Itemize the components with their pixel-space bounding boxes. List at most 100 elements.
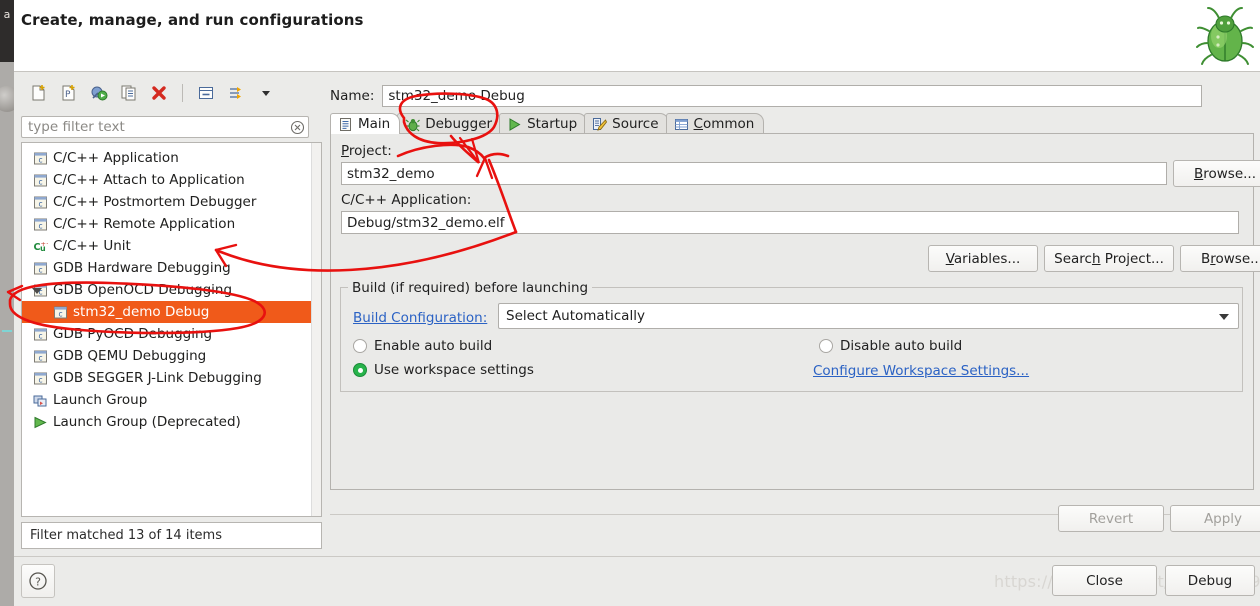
launch-group-deprecated-icon <box>32 414 48 430</box>
clear-circle-icon[interactable] <box>286 116 308 138</box>
tab-label: Debugger <box>425 116 493 132</box>
project-browse-button[interactable]: Browse... <box>1173 160 1260 187</box>
c-config-icon: c <box>32 150 48 166</box>
c-config-icon: c <box>32 260 48 276</box>
filter-status: Filter matched 13 of 14 items <box>21 522 322 549</box>
build-group-title: Build (if required) before launching <box>348 280 593 296</box>
chevron-down-icon[interactable] <box>32 288 42 298</box>
tree-item-gdb-qemu-debugging[interactable]: c GDB QEMU Debugging <box>22 345 321 367</box>
svg-text:c: c <box>38 265 42 274</box>
new-prototype-icon[interactable]: P <box>57 81 81 105</box>
svg-text:c: c <box>38 331 42 340</box>
filter-arrows-icon[interactable] <box>224 81 248 105</box>
export-icon[interactable] <box>87 81 111 105</box>
config-name-row: Name: <box>330 85 1203 107</box>
svg-text:c: c <box>38 177 42 186</box>
tree-scrollbar[interactable] <box>311 143 321 516</box>
tree-item-gdb-openocd-debugging[interactable]: c GDB OpenOCD Debugging <box>22 279 321 301</box>
tree-item-gdb-hardware-debugging[interactable]: c GDB Hardware Debugging <box>22 257 321 279</box>
c-config-icon: c <box>32 348 48 364</box>
app-browse-button[interactable]: Browse... <box>1180 245 1260 272</box>
tree-item-c-c-unit[interactable]: C++u C/C++ Unit <box>22 235 321 257</box>
tab-source[interactable]: Source <box>584 113 669 134</box>
c-config-icon: c <box>32 172 48 188</box>
tree-item-label: C/C++ Unit <box>53 238 131 254</box>
main-tab-page: Project: Browse... C/C++ Application: Va… <box>330 133 1260 490</box>
tab-main[interactable]: Main <box>330 113 401 134</box>
c-config-icon: c <box>32 216 48 232</box>
svg-text:?: ? <box>35 576 41 589</box>
help-question-icon[interactable]: ? <box>21 564 55 598</box>
search-project-button[interactable]: Search Project... <box>1044 245 1174 272</box>
tree-item-label: GDB QEMU Debugging <box>53 348 207 364</box>
config-name-input[interactable] <box>382 85 1203 107</box>
tree-item-launch-group[interactable]: Launch Group <box>22 389 321 411</box>
dialog-footer-separator <box>14 556 1260 557</box>
tree-item-c-c-attach-to-application[interactable]: c C/C++ Attach to Application <box>22 169 321 191</box>
config-tab-strip: Main Debugger Startup Source Common <box>330 112 1254 134</box>
application-input[interactable] <box>341 211 1239 234</box>
tree-item-label: GDB PyOCD Debugging <box>53 326 213 342</box>
tab-common[interactable]: Common <box>665 113 765 134</box>
tab-label: Source <box>612 116 659 132</box>
tree-item-label: GDB Hardware Debugging <box>53 260 231 276</box>
tab-label: Common <box>693 116 755 132</box>
tree-item-label: C/C++ Attach to Application <box>53 172 245 188</box>
tree-item-stm32-demo-debug[interactable]: c stm32_demo Debug <box>22 301 321 323</box>
tree-item-c-c-application[interactable]: c C/C++ Application <box>22 147 321 169</box>
debug-button[interactable]: Debug <box>1165 565 1255 596</box>
tree-item-c-c-postmortem-debugger[interactable]: c C/C++ Postmortem Debugger <box>22 191 321 213</box>
filter-input-wrapper[interactable] <box>21 116 309 138</box>
configurations-toolbar: P <box>21 78 322 108</box>
svg-text:c: c <box>38 221 42 230</box>
tree-item-label: Launch Group (Deprecated) <box>53 414 241 430</box>
new-config-icon[interactable] <box>27 81 51 105</box>
config-name-label: Name: <box>330 88 375 104</box>
tree-item-gdb-segger-j-link-debugging[interactable]: c GDB SEGGER J-Link Debugging <box>22 367 321 389</box>
revert-button[interactable]: Revert <box>1058 505 1164 532</box>
radio-use-workspace-settings[interactable]: Use workspace settings <box>353 362 534 378</box>
build-configuration-link[interactable]: Build Configuration: <box>353 310 487 326</box>
cpp-unit-icon: C++u <box>32 238 48 254</box>
close-button[interactable]: Close <box>1052 565 1157 596</box>
common-table-icon <box>674 117 689 132</box>
tab-debugger[interactable]: Debugger <box>397 113 503 134</box>
svg-text:c: c <box>58 309 62 318</box>
tree-item-gdb-pyocd-debugging[interactable]: c GDB PyOCD Debugging <box>22 323 321 345</box>
svg-text:c: c <box>38 155 42 164</box>
tab-startup[interactable]: Startup <box>499 113 588 134</box>
page-title: Create, manage, and run configurations <box>21 11 364 29</box>
tree-item-launch-group-deprecated[interactable]: Launch Group (Deprecated) <box>22 411 321 433</box>
svg-text:u: u <box>40 244 46 253</box>
radio-enable-auto-build[interactable]: Enable auto build <box>353 338 492 354</box>
desktop-tick <box>2 330 12 332</box>
variables-button[interactable]: Variables... <box>928 245 1038 272</box>
delete-red-x-icon[interactable] <box>147 81 171 105</box>
build-configuration-combo[interactable]: Select Automatically <box>498 303 1239 329</box>
radio-label: Disable auto build <box>840 338 963 354</box>
launch-group-icon <box>32 392 48 408</box>
green-play-icon <box>507 117 522 132</box>
tree-item-label: stm32_demo Debug <box>73 304 210 320</box>
radio-indicator <box>353 339 367 353</box>
chevron-down-icon <box>1219 314 1229 320</box>
c-config-icon: c <box>32 194 48 210</box>
tree-item-label: GDB SEGGER J-Link Debugging <box>53 370 262 386</box>
configurations-tree[interactable]: c C/C++ Application c C/C++ Attach to Appli… <box>21 142 322 517</box>
collapse-all-icon[interactable] <box>194 81 218 105</box>
chevron-down-icon[interactable] <box>254 81 278 105</box>
debug-bug-icon <box>405 117 421 132</box>
svg-text:c: c <box>38 353 42 362</box>
apply-button[interactable]: Apply <box>1170 505 1260 532</box>
configure-workspace-settings-link[interactable]: Configure Workspace Settings... <box>813 363 1029 379</box>
radio-indicator <box>353 363 367 377</box>
radio-disable-auto-build[interactable]: Disable auto build <box>819 338 962 354</box>
duplicate-icon[interactable] <box>117 81 141 105</box>
build-configuration-value: Select Automatically <box>506 308 645 324</box>
radio-indicator <box>819 339 833 353</box>
project-input[interactable] <box>341 162 1167 185</box>
tree-item-label: Launch Group <box>53 392 148 408</box>
tree-item-c-c-remote-application[interactable]: c C/C++ Remote Application <box>22 213 321 235</box>
search-input[interactable] <box>22 119 286 135</box>
screen-root: a Create, manage, and run configurations <box>0 0 1260 606</box>
